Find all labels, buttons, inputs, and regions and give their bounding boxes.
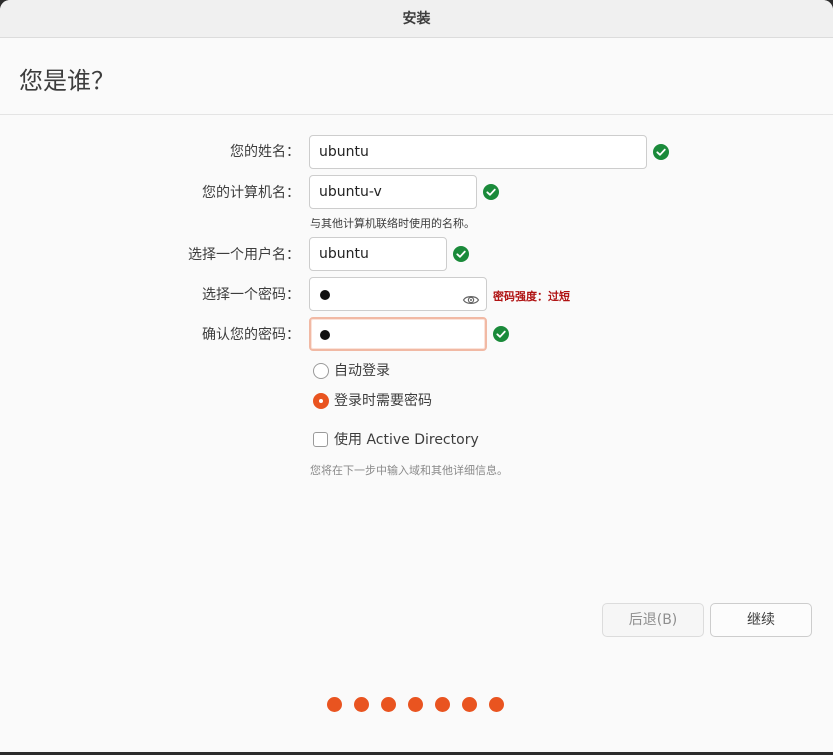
confirm-password-label: 确认您的密码： [202,327,300,343]
page-title: 您是谁？ [19,67,115,95]
confirm-password-mask-dot [320,330,330,340]
password-field[interactable] [309,277,487,311]
continue-button[interactable]: 继续 [710,603,812,637]
window-title: 安装 [402,11,431,27]
progress-dot [462,697,477,712]
back-button[interactable]: 后退(B) [602,603,704,637]
computer-name-value: ubuntu-v [319,184,382,200]
name-field[interactable]: ubuntu [309,135,647,169]
progress-dot [381,697,396,712]
active-directory-checkbox[interactable] [313,432,328,447]
require-password-label: 登录时需要密码 [334,393,432,409]
confirm-password-valid-check-icon [493,326,509,342]
name-valid-check-icon [653,144,669,160]
username-label: 选择一个用户名： [188,247,300,263]
progress-dot [435,697,450,712]
computer-name-hint: 与其他计算机联络时使用的名称。 [310,217,475,230]
username-field[interactable]: ubuntu [309,237,447,271]
name-label: 您的姓名： [230,144,300,160]
active-directory-label: 使用 Active Directory [334,432,479,448]
auto-login-label: 自动登录 [334,363,390,379]
username-valid-check-icon [453,246,469,262]
require-password-radio[interactable] [313,393,329,409]
active-directory-hint: 您将在下一步中输入域和其他详细信息。 [310,464,508,477]
username-value: ubuntu [319,246,369,262]
page-header: 您是谁？ [0,39,833,115]
computer-name-label: 您的计算机名： [202,185,300,201]
auto-login-radio[interactable] [313,363,329,379]
progress-dot [354,697,369,712]
progress-dot [408,697,423,712]
name-value: ubuntu [319,144,369,160]
password-mask-dot [320,290,330,300]
computer-name-field[interactable]: ubuntu-v [309,175,477,209]
password-label: 选择一个密码： [202,287,300,303]
title-bar: 安装 [0,0,833,38]
progress-dot [489,697,504,712]
progress-dot [327,697,342,712]
installer-window: 安装 您是谁？ 您的姓名： ubuntu 您的计算机名： ubuntu-v 与其… [0,0,833,752]
password-strength-text: 密码强度：过短 [493,290,570,303]
confirm-password-field[interactable] [309,317,487,351]
eye-icon[interactable] [462,287,480,304]
computer-name-valid-check-icon [483,184,499,200]
